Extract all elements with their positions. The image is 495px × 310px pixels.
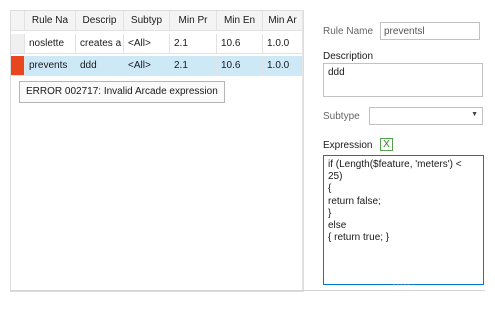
rule-name-input[interactable]: preventsl — [380, 22, 480, 40]
cell-min-enterprise[interactable]: 10.6 — [217, 34, 263, 54]
cell-min-pro[interactable]: 2.1 — [170, 56, 217, 76]
expression-editor[interactable]: if (Length($feature, 'meters') < 25) { r… — [323, 155, 484, 285]
chevron-down-icon: ▼ — [471, 111, 478, 118]
expression-line: { — [328, 183, 332, 195]
column-header-description[interactable]: Descrip — [76, 11, 124, 31]
cell-rule-name[interactable]: prevents — [25, 56, 76, 76]
cell-subtype[interactable]: <All> — [124, 34, 170, 54]
table-row-selected[interactable]: prevents ddd <All> 2.1 10.6 1.0.0 — [11, 56, 303, 76]
expression-line: else — [328, 220, 347, 232]
grid-header-row: Rule Na Descrip Subtyp Min Pr Min En Min… — [11, 11, 303, 31]
panel-divider — [302, 10, 303, 290]
subtype-label: Subtype — [323, 111, 360, 122]
resize-grip-icon[interactable]: ..... — [393, 277, 411, 287]
column-header-rule-name[interactable]: Rule Na — [25, 11, 76, 31]
subtype-dropdown[interactable]: ▼ — [369, 107, 483, 125]
cell-min-pro[interactable]: 2.1 — [170, 34, 217, 54]
rule-name-label: Rule Name — [323, 26, 374, 37]
expression-line: } — [328, 207, 332, 219]
column-header-min-pro[interactable]: Min Pr — [170, 11, 217, 31]
cell-min-arcade[interactable]: 1.0.0 — [263, 34, 303, 54]
expression-line: if (Length($feature, 'meters') < — [328, 159, 462, 170]
x-expression-icon[interactable]: X — [380, 138, 393, 151]
column-header-subtype[interactable]: Subtyp — [124, 11, 170, 31]
error-indicator[interactable] — [11, 56, 25, 76]
expression-line: return false; — [328, 195, 381, 207]
column-header-min-arcade[interactable]: Min Ar — [263, 11, 303, 31]
description-textarea[interactable]: ddd — [323, 63, 483, 97]
cell-description[interactable]: creates a — [76, 34, 124, 54]
cell-description[interactable]: ddd — [76, 56, 124, 76]
cell-subtype[interactable]: <All> — [124, 56, 170, 76]
cell-rule-name[interactable]: noslette — [25, 34, 76, 54]
row-indicator-header[interactable] — [11, 11, 25, 31]
expression-line: 25) — [328, 171, 343, 183]
cell-min-enterprise[interactable]: 10.6 — [217, 56, 263, 76]
error-tooltip: ERROR 002717: Invalid Arcade expression — [19, 81, 225, 103]
description-label: Description — [323, 51, 374, 62]
bottom-divider — [10, 290, 485, 291]
rules-grid: Rule Na Descrip Subtyp Min Pr Min En Min… — [10, 10, 304, 292]
table-row[interactable]: noslette creates a <All> 2.1 10.6 1.0.0 — [11, 34, 303, 54]
column-header-min-enterprise[interactable]: Min En — [217, 11, 263, 31]
expression-label: Expression — [323, 140, 373, 151]
expression-line: { return true; } — [328, 232, 390, 244]
row-indicator[interactable] — [11, 34, 25, 54]
cell-min-arcade[interactable]: 1.0.0 — [263, 56, 303, 76]
